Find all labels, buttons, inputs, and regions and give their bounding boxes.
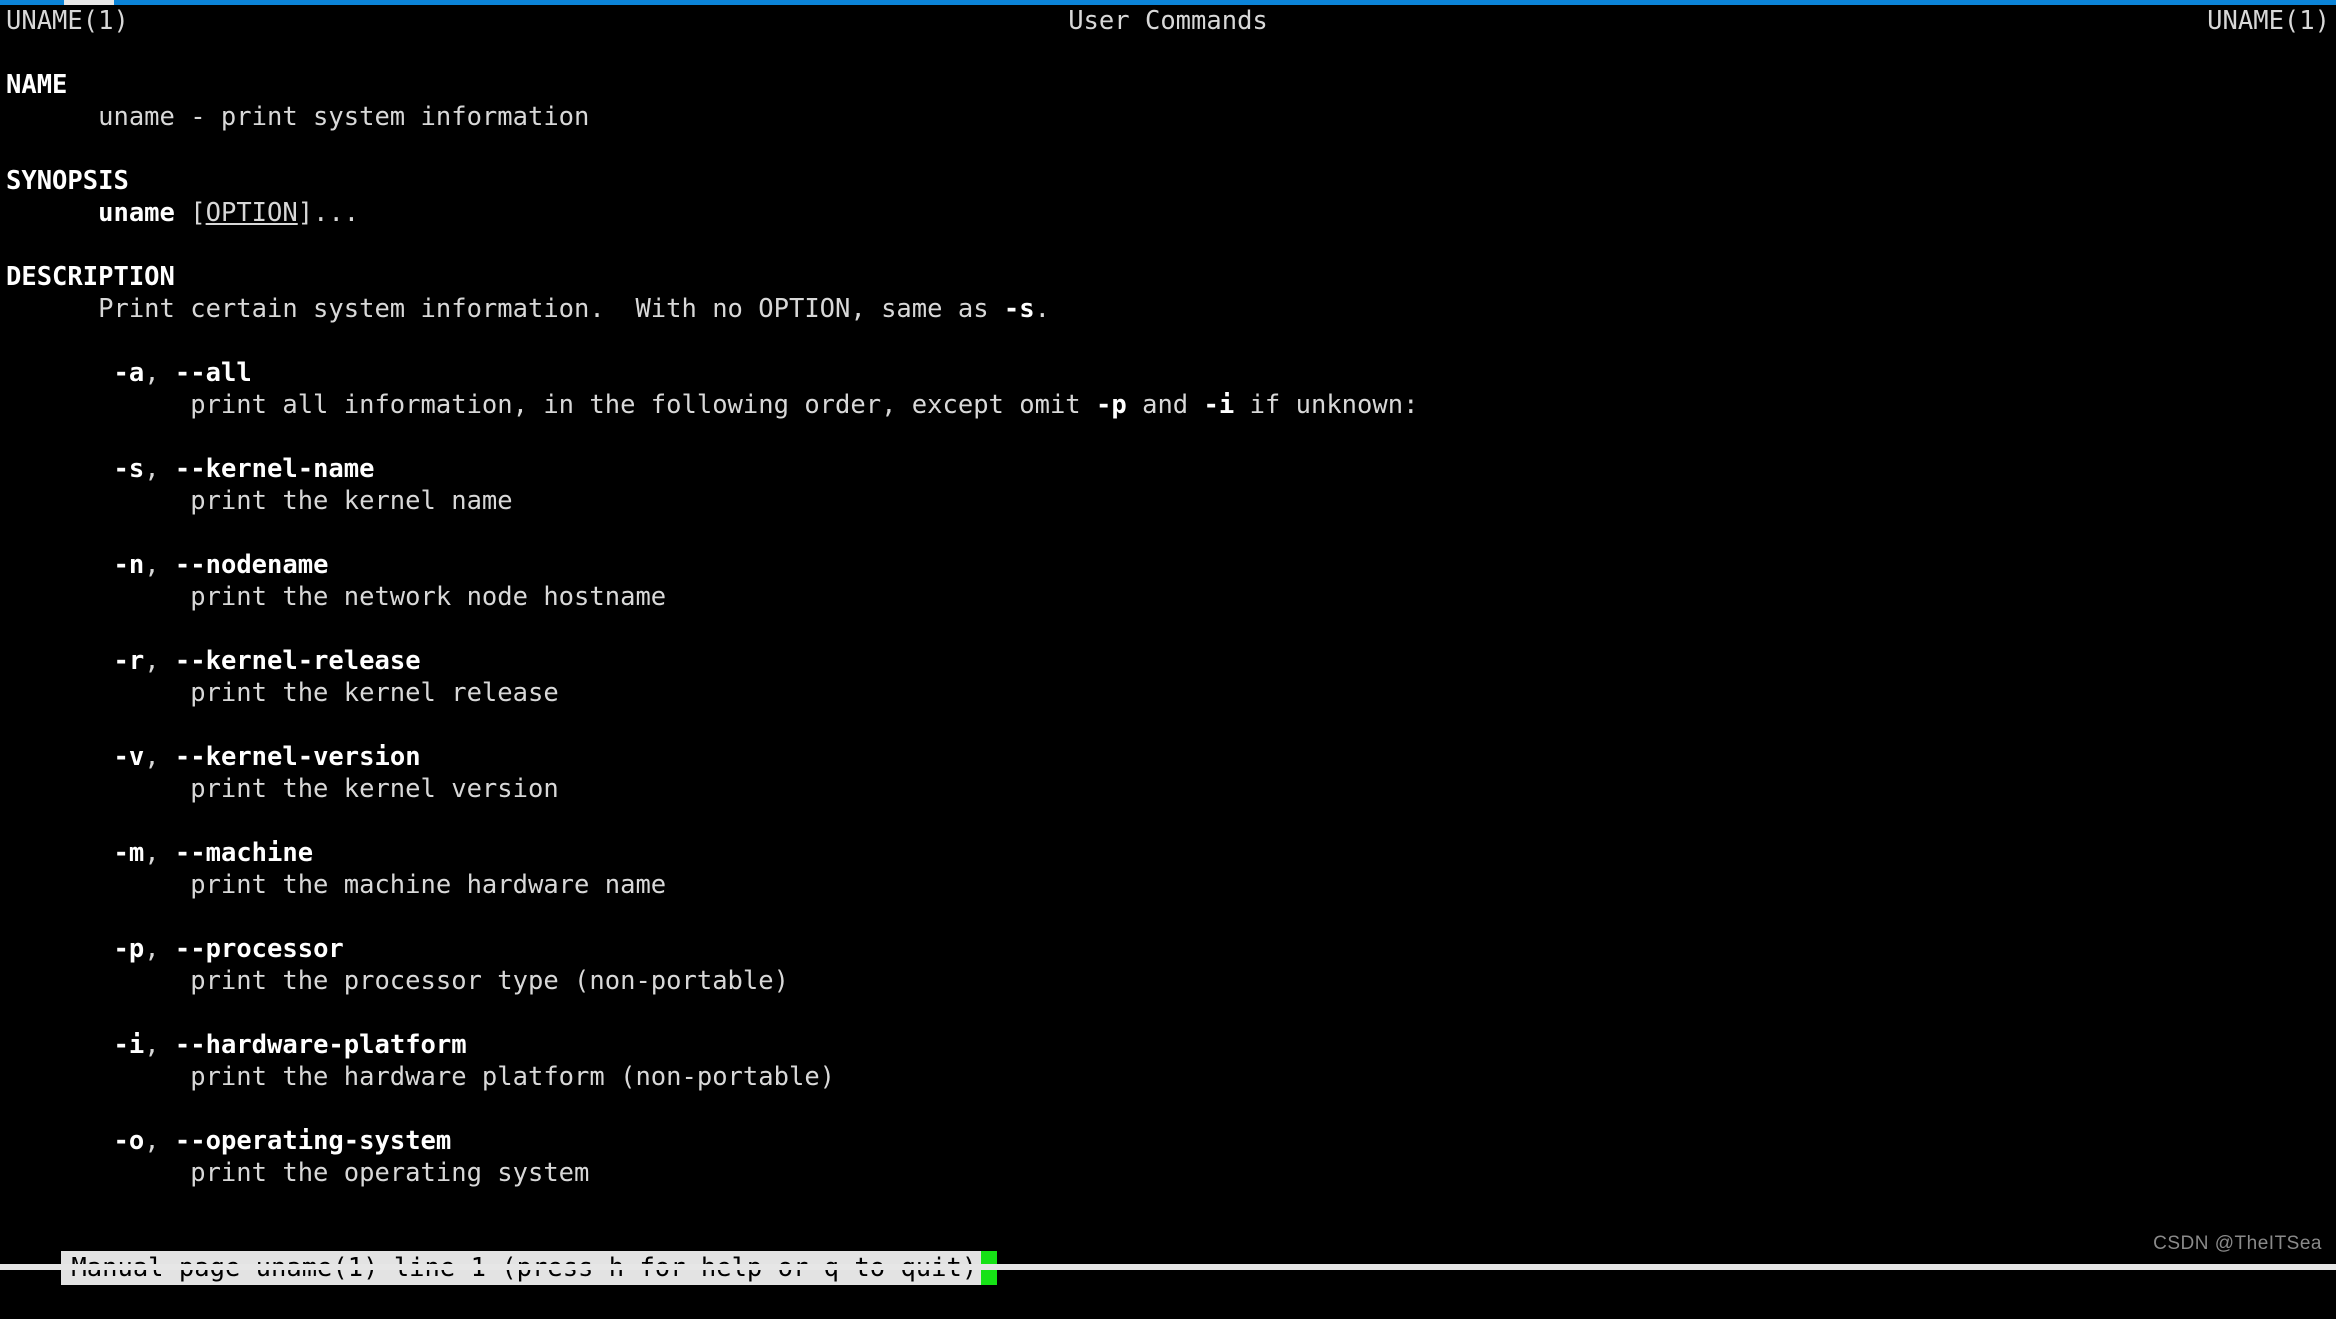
option-long-flag: --operating-system bbox=[174, 1126, 452, 1156]
option-short-flag: -s bbox=[113, 454, 145, 484]
option-desc-operating-system: print the operating system bbox=[6, 1158, 590, 1188]
option-indent bbox=[6, 550, 113, 580]
man-header: UNAME(1) User Commands UNAME(1) bbox=[0, 5, 2336, 37]
synopsis-tail: ]... bbox=[297, 198, 360, 228]
option-indent bbox=[6, 454, 113, 484]
option-indent bbox=[6, 646, 113, 676]
option-desc-mid: and bbox=[1126, 390, 1204, 420]
man-header-right: UNAME(1) bbox=[2207, 6, 2330, 36]
section-heading-synopsis-text: SYNOPSIS bbox=[6, 166, 129, 196]
man-page-pager[interactable]: UNAME(1) User Commands UNAME(1) NAME una… bbox=[0, 5, 2336, 1217]
option-desc-kernel-release: print the kernel release bbox=[6, 678, 559, 708]
option-long-flag: --kernel-release bbox=[174, 646, 421, 676]
option-short-flag: -p bbox=[113, 934, 145, 964]
option-long-flag: --machine bbox=[174, 838, 314, 868]
option-term-operating-system: -o, --operating-system bbox=[0, 1125, 2336, 1157]
option-indent bbox=[6, 1030, 113, 1060]
watermark: CSDN @TheITSea bbox=[2153, 1233, 2322, 1254]
terminal-window: UNAME(1) User Commands UNAME(1) NAME una… bbox=[0, 0, 2336, 1285]
option-term-all: -a, --all bbox=[0, 357, 2336, 389]
option-long-flag: --all bbox=[174, 358, 252, 388]
option-term-hardware-platform: -i, --hardware-platform bbox=[0, 1029, 2336, 1061]
option-term-kernel-version: -v, --kernel-version bbox=[0, 741, 2336, 773]
synopsis-command: uname bbox=[98, 198, 175, 228]
option-short-flag: -v bbox=[113, 742, 145, 772]
option-term-machine: -m, --machine bbox=[0, 837, 2336, 869]
option-desc-flag-i: -i bbox=[1203, 390, 1235, 420]
option-desc-processor: print the processor type (non-portable) bbox=[6, 966, 789, 996]
option-desc-hardware-platform: print the hardware platform (non-portabl… bbox=[6, 1062, 836, 1092]
option-separator: , bbox=[144, 742, 175, 772]
option-separator: , bbox=[144, 454, 175, 484]
synopsis-bracket-open: [ bbox=[174, 198, 206, 228]
option-indent bbox=[6, 742, 113, 772]
man-header-left: UNAME(1) bbox=[6, 6, 129, 36]
option-indent bbox=[6, 1126, 113, 1156]
option-desc-kernel-name: print the kernel name bbox=[6, 486, 513, 516]
section-heading-name-text: NAME bbox=[6, 70, 68, 100]
option-term-kernel-release: -r, --kernel-release bbox=[0, 645, 2336, 677]
section-heading-name: NAME bbox=[0, 69, 2336, 101]
option-separator: , bbox=[144, 358, 175, 388]
section-heading-synopsis: SYNOPSIS bbox=[0, 165, 2336, 197]
option-short-flag: -i bbox=[113, 1030, 145, 1060]
option-desc-suffix: if unknown: bbox=[1234, 390, 1419, 420]
option-term-nodename: -n, --nodename bbox=[0, 549, 2336, 581]
option-separator: , bbox=[144, 1126, 175, 1156]
section-heading-description-text: DESCRIPTION bbox=[6, 262, 175, 292]
option-term-processor: -p, --processor bbox=[0, 933, 2336, 965]
option-desc-all: print all information, in the following … bbox=[0, 389, 2336, 421]
option-indent bbox=[6, 358, 113, 388]
option-short-flag: -o bbox=[113, 1126, 145, 1156]
pager-status-bar[interactable]: Manual page uname(1) line 1 (press h for… bbox=[0, 1217, 2336, 1285]
description-intro-line: Print certain system information. With n… bbox=[0, 293, 2336, 325]
option-separator: , bbox=[144, 550, 175, 580]
option-desc-machine: print the machine hardware name bbox=[6, 870, 667, 900]
option-desc-nodename: print the network node hostname bbox=[6, 582, 667, 612]
option-short-flag: -a bbox=[113, 358, 145, 388]
option-indent bbox=[6, 838, 113, 868]
man-header-center: User Commands bbox=[1068, 6, 1268, 36]
synopsis-line: uname [OPTION]... bbox=[0, 197, 2336, 229]
option-separator: , bbox=[144, 646, 175, 676]
option-short-flag: -r bbox=[113, 646, 145, 676]
name-body-line: uname - print system information bbox=[6, 102, 590, 132]
option-separator: , bbox=[144, 838, 175, 868]
option-long-flag: --nodename bbox=[174, 550, 329, 580]
option-short-flag: -m bbox=[113, 838, 145, 868]
section-heading-description: DESCRIPTION bbox=[0, 261, 2336, 293]
synopsis-indent bbox=[6, 198, 98, 228]
option-short-flag: -n bbox=[113, 550, 145, 580]
page-bottom-strip bbox=[0, 1264, 2336, 1270]
option-indent bbox=[6, 934, 113, 964]
description-intro-suffix: . bbox=[1034, 294, 1050, 324]
option-separator: , bbox=[144, 1030, 175, 1060]
option-desc-prefix: print all information, in the following … bbox=[6, 390, 1097, 420]
description-intro-flag: -s bbox=[1003, 294, 1035, 324]
option-long-flag: --kernel-name bbox=[174, 454, 375, 484]
option-long-flag: --hardware-platform bbox=[174, 1030, 467, 1060]
option-long-flag: --kernel-version bbox=[174, 742, 421, 772]
option-term-kernel-name: -s, --kernel-name bbox=[0, 453, 2336, 485]
description-intro-prefix: Print certain system information. With n… bbox=[6, 294, 1004, 324]
option-desc-kernel-version: print the kernel version bbox=[6, 774, 559, 804]
option-separator: , bbox=[144, 934, 175, 964]
synopsis-option-underlined: OPTION bbox=[205, 198, 298, 228]
option-desc-flag-p: -p bbox=[1096, 390, 1127, 420]
option-long-flag: --processor bbox=[174, 934, 344, 964]
